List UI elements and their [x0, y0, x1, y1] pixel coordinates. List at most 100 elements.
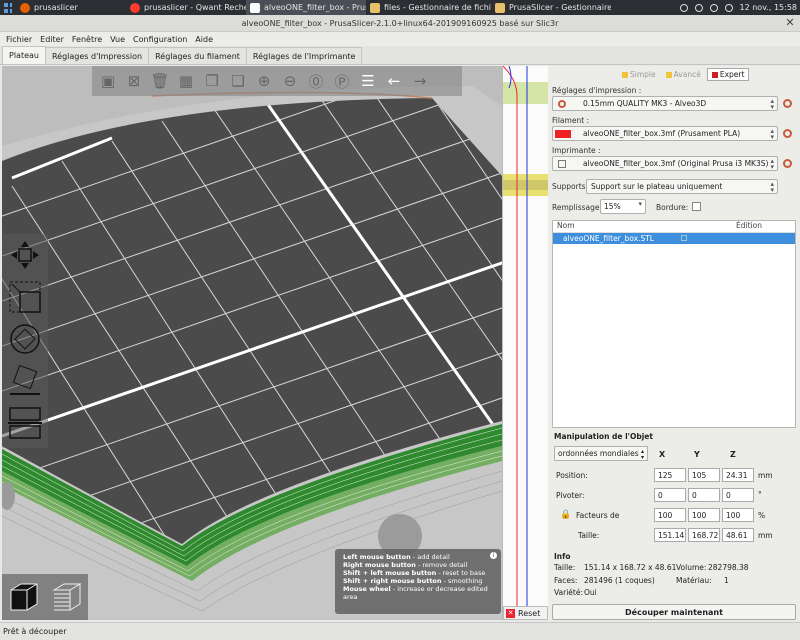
- network-icon[interactable]: [709, 3, 718, 12]
- scale-tool-icon[interactable]: [2, 276, 48, 318]
- menu-fichier[interactable]: Fichier: [2, 35, 36, 44]
- print-settings-combo[interactable]: 0.15mm QUALITY MK3 - Alveo3D ▴ ▾: [552, 96, 778, 111]
- undo-icon[interactable]: ←: [383, 70, 405, 92]
- paste-icon[interactable]: ❏: [227, 70, 249, 92]
- object-list: Nom Édition alveoONE_filter_box.STL: [552, 220, 796, 428]
- position-y-field[interactable]: 105: [688, 468, 720, 482]
- rotate-x-field[interactable]: 0: [654, 488, 686, 502]
- col-name-header[interactable]: Nom: [553, 221, 703, 232]
- printer-combo[interactable]: alveoONE_filter_box.3mf (Original Prusa …: [552, 156, 778, 171]
- axis-x-label: X: [659, 450, 666, 459]
- delete-icon[interactable]: ⊠: [123, 70, 145, 92]
- mode-advanced[interactable]: Avancé: [662, 68, 705, 81]
- size-unit: mm: [758, 531, 773, 540]
- mode-simple[interactable]: Simple: [618, 68, 660, 81]
- lock-icon[interactable]: 🔒: [560, 510, 571, 520]
- scale-z-field[interactable]: 100: [722, 508, 754, 522]
- size-y-field[interactable]: 168.72: [688, 528, 720, 542]
- menu-editer[interactable]: Editer: [36, 35, 68, 44]
- tab-filament-settings[interactable]: Réglages du filament: [148, 47, 247, 64]
- power-icon[interactable]: [724, 3, 733, 12]
- menu-configuration[interactable]: Configuration: [129, 35, 191, 44]
- info-faces-value: 281496 (1 coques): [584, 576, 655, 585]
- move-tool-icon[interactable]: [2, 234, 48, 276]
- scale-y-field[interactable]: 100: [688, 508, 720, 522]
- printer-value: alveoONE_filter_box.3mf (Original Prusa …: [583, 159, 769, 168]
- taskbar-app-qwant[interactable]: prusaslicer - Qwant Recherc...: [126, 0, 246, 15]
- add-instance-icon[interactable]: ⊕: [253, 70, 275, 92]
- size-z-field[interactable]: 48.61: [722, 528, 754, 542]
- 3d-view-icon[interactable]: [7, 580, 41, 614]
- settings-gear-icon[interactable]: [783, 99, 792, 108]
- brim-checkbox[interactable]: [692, 202, 701, 211]
- taskbar-app-files[interactable]: files - Gestionnaire de fichiers: [366, 0, 491, 15]
- filament-value: alveoONE_filter_box.3mf (Prusament PLA): [583, 129, 741, 138]
- scale-x-field[interactable]: 100: [654, 508, 686, 522]
- scale-label: Facteurs de: [576, 511, 620, 520]
- info-volume-value: 282798.38: [708, 563, 749, 572]
- redo-icon[interactable]: →: [409, 70, 431, 92]
- menu-aide[interactable]: Aide: [191, 35, 217, 44]
- hint-key: Shift + right mouse button: [343, 577, 442, 585]
- preview-layers-icon[interactable]: [50, 580, 84, 614]
- scale-unit: %: [758, 511, 766, 520]
- mode-label: Expert: [719, 70, 745, 79]
- object-row[interactable]: alveoONE_filter_box.STL: [553, 233, 795, 244]
- printer-gear-icon[interactable]: [783, 159, 792, 168]
- menu-fenetre[interactable]: Fenêtre: [68, 35, 106, 44]
- 3d-viewport[interactable]: ▣ ⊠ 🗑 ▦ ❐ ❏ ⊕ ⊖ ⓪ Ⓟ ☰ ← → i Left mouse b…: [2, 66, 502, 620]
- filament-gear-icon[interactable]: [783, 129, 792, 138]
- info-material-value: 1: [724, 576, 729, 585]
- col-edit-header[interactable]: Édition: [703, 221, 795, 232]
- object-list-header: Nom Édition: [553, 221, 795, 233]
- object-edit-icon[interactable]: [681, 235, 687, 241]
- hint-text: - remove detail: [415, 561, 468, 569]
- left-toolbar: [2, 234, 48, 448]
- copy-icon[interactable]: ❐: [201, 70, 223, 92]
- size-x-field[interactable]: 151.14: [654, 528, 686, 542]
- close-icon[interactable]: ✕: [784, 17, 796, 29]
- place-on-face-icon[interactable]: [2, 360, 48, 402]
- cut-tool-icon[interactable]: [2, 402, 48, 444]
- tab-plateau[interactable]: Plateau: [2, 46, 46, 64]
- layer-height-profile[interactable]: ✕ Reset: [502, 65, 548, 620]
- add-object-icon[interactable]: ▣: [97, 70, 119, 92]
- volume-icon[interactable]: [694, 3, 703, 12]
- arrange-icon[interactable]: ▦: [175, 70, 197, 92]
- info-title: Info: [554, 552, 571, 561]
- tab-printer-settings[interactable]: Réglages de l'Imprimante: [245, 47, 363, 64]
- rotate-y-field[interactable]: 0: [688, 488, 720, 502]
- layers-editing-icon[interactable]: ☰: [357, 70, 379, 92]
- remove-instance-icon[interactable]: ⊖: [279, 70, 301, 92]
- rotate-z-field[interactable]: 0: [722, 488, 754, 502]
- app-menu-button[interactable]: [0, 0, 16, 15]
- mode-color-swatch: [711, 71, 718, 78]
- taskbar-app-label: files - Gestionnaire de fichiers: [384, 3, 491, 12]
- filament-combo[interactable]: alveoONE_filter_box.3mf (Prusament PLA) …: [552, 126, 778, 141]
- reset-button[interactable]: ✕ Reset: [503, 606, 548, 620]
- supports-value: Support sur le plateau uniquement: [591, 182, 723, 191]
- taskbar-app-prusaslicer[interactable]: alveoONE_filter_box - PrusaS...: [246, 0, 366, 15]
- supports-combo[interactable]: Support sur le plateau uniquement ▴ ▾: [586, 179, 778, 194]
- bed-scene: [2, 66, 502, 620]
- bluetooth-icon[interactable]: [679, 3, 688, 12]
- split-objects-icon[interactable]: ⓪: [305, 70, 327, 92]
- position-x-field[interactable]: 125: [654, 468, 686, 482]
- hint-key: Mouse wheel: [343, 585, 391, 593]
- close-icon: ✕: [506, 608, 515, 618]
- clock[interactable]: 12 nov., 15:58: [740, 3, 797, 12]
- position-z-field[interactable]: 24.31: [722, 468, 754, 482]
- coordinates-combo[interactable]: ordonnées mondiales ▴ ▾: [554, 446, 648, 461]
- layer-editing-hint: i Left mouse button - add detail Right m…: [335, 549, 501, 614]
- taskbar-app-prusaslicer-files[interactable]: PrusaSlicer - Gestionnaire d...: [491, 0, 611, 15]
- infill-combo[interactable]: 15% ▾: [600, 199, 646, 214]
- menu-vue[interactable]: Vue: [106, 35, 129, 44]
- rotate-tool-icon[interactable]: [2, 318, 48, 360]
- tab-print-settings[interactable]: Réglages d'Impression: [44, 47, 150, 64]
- brim-label: Bordure:: [656, 203, 689, 212]
- mode-expert[interactable]: Expert: [706, 68, 750, 81]
- taskbar-app-firefox[interactable]: prusaslicer: [16, 0, 126, 15]
- split-parts-icon[interactable]: Ⓟ: [331, 70, 353, 92]
- slice-now-button[interactable]: Découper maintenant: [552, 604, 796, 620]
- delete-all-icon[interactable]: 🗑: [149, 70, 171, 92]
